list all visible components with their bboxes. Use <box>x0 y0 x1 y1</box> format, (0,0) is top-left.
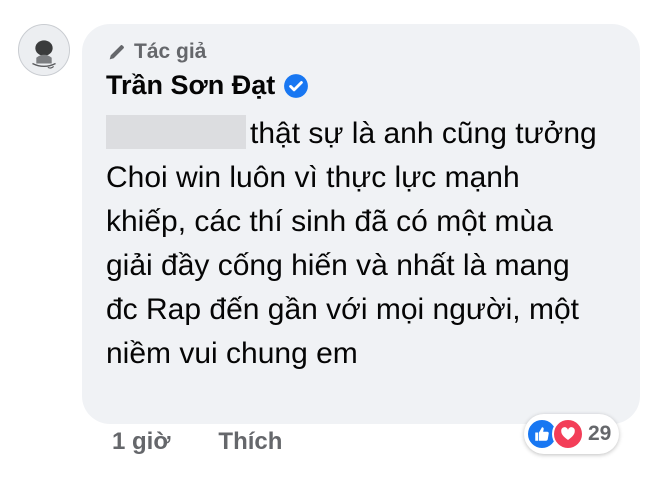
comment-bubble: Tác giả Trần Sơn Đạt thật sự là anh cũng… <box>82 24 640 424</box>
reaction-count: 29 <box>588 422 612 445</box>
author-badge-label: Tác giả <box>134 40 207 63</box>
avatar[interactable] <box>18 24 70 76</box>
author-badge: Tác giả <box>106 40 206 64</box>
comment-time[interactable]: 1 giờ <box>112 428 170 456</box>
reaction-summary[interactable]: 29 <box>524 414 620 454</box>
comment-body: thật sự là anh cũng tưởng Choi win luôn … <box>106 112 606 376</box>
author-name[interactable]: Trần Sơn Đạt <box>106 70 275 101</box>
pen-icon <box>109 45 124 60</box>
author-name-row: Trần Sơn Đạt <box>106 70 309 101</box>
like-button[interactable]: Thích <box>218 428 282 456</box>
verified-icon <box>284 73 309 98</box>
comment-text: thật sự là anh cũng tưởng Choi win luôn … <box>106 117 597 370</box>
redacted-mention <box>106 115 246 149</box>
avatar-image <box>19 25 69 75</box>
comment-actions: 1 giờ Thích <box>112 428 282 456</box>
love-icon <box>552 418 584 450</box>
